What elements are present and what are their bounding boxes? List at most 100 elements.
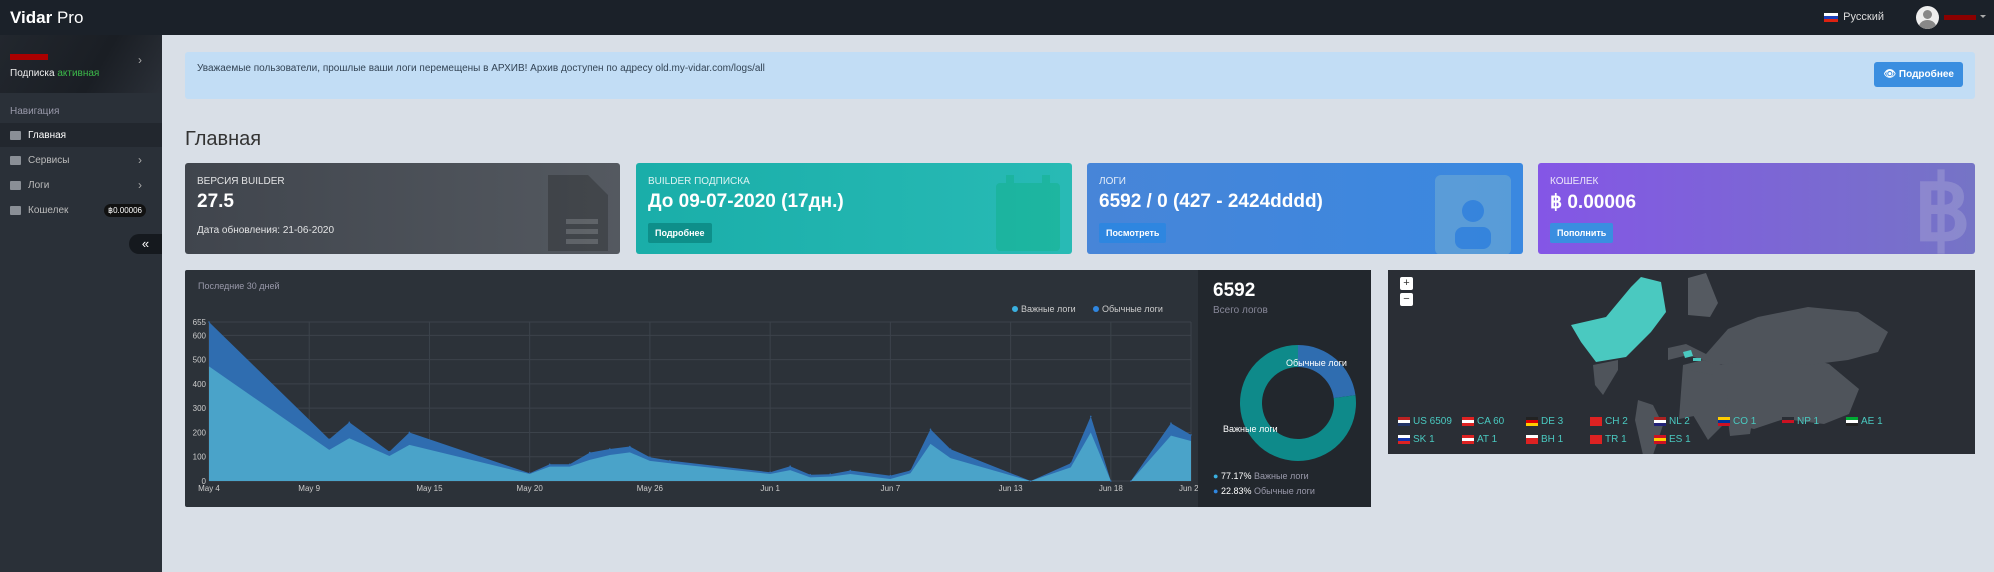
data-point bbox=[1110, 480, 1112, 482]
view-logs-button[interactable]: Посмотреть bbox=[1099, 223, 1167, 243]
data-point bbox=[829, 473, 832, 476]
flag-icon bbox=[1846, 417, 1858, 426]
country-bh[interactable]: BH 1 bbox=[1526, 434, 1563, 445]
country-tr[interactable]: TR 1 bbox=[1590, 434, 1627, 445]
sitemap-icon bbox=[10, 155, 21, 165]
chevron-right-icon: › bbox=[138, 178, 142, 192]
data-point bbox=[528, 472, 531, 475]
contact-icon bbox=[10, 180, 21, 190]
wallet-icon bbox=[10, 205, 21, 215]
data-point bbox=[769, 471, 771, 474]
country-de[interactable]: DE 3 bbox=[1526, 416, 1563, 427]
flag-icon bbox=[1398, 435, 1410, 444]
data-point bbox=[609, 448, 611, 450]
data-point bbox=[1029, 480, 1032, 482]
language-selector[interactable]: Русский bbox=[1824, 11, 1884, 23]
avatar[interactable] bbox=[1916, 6, 1939, 29]
data-point bbox=[388, 450, 391, 453]
data-point bbox=[909, 469, 912, 472]
summary-section: 6592 Всего логов Обычные логи Важные логи… bbox=[1198, 270, 1371, 507]
document-icon bbox=[548, 175, 608, 251]
x-tick-label: May 15 bbox=[416, 484, 443, 493]
data-point bbox=[348, 421, 351, 424]
x-tick-label: May 20 bbox=[517, 484, 544, 493]
logs-chart-panel: Последние 30 дней 0 100 200 300 400 500 600 655 M… bbox=[185, 270, 1371, 507]
wallet-card: КОШЕЛЕК ฿ 0.00006 Пополнить ฿ bbox=[1538, 163, 1975, 254]
country-at[interactable]: AT 1 bbox=[1462, 434, 1497, 445]
y-tick-label: 500 bbox=[193, 356, 207, 365]
notice-text: Уважаемые пользователи, прошлые ваши лог… bbox=[197, 63, 765, 74]
slice-label: Обычные логи bbox=[1286, 358, 1347, 368]
country-co[interactable]: CO 1 bbox=[1718, 416, 1756, 427]
sidebar-item-logs[interactable]: Логи › bbox=[0, 173, 162, 197]
profile-panel[interactable]: Подписка активная › bbox=[0, 35, 162, 93]
brand-logo[interactable]: Vidar Pro bbox=[10, 8, 83, 28]
chevron-right-icon[interactable]: › bbox=[138, 53, 142, 67]
data-point bbox=[1130, 480, 1132, 482]
chart-title: Последние 30 дней bbox=[198, 281, 280, 291]
donut-slice bbox=[1298, 345, 1356, 399]
sidebar: Подписка активная › Навигация Главная Се… bbox=[0, 35, 162, 572]
country-es[interactable]: ES 1 bbox=[1654, 434, 1691, 445]
sidebar-item-home[interactable]: Главная bbox=[0, 123, 162, 147]
x-tick-label: Jun 7 bbox=[881, 484, 901, 493]
country-ch[interactable]: CH 2 bbox=[1590, 416, 1628, 427]
legend-ordinary: ● 22.83% Обычные логи bbox=[1213, 486, 1315, 496]
logs-card: ЛОГИ 6592 / 0 (427 - 2424dddd) Посмотреть bbox=[1087, 163, 1523, 254]
country-us[interactable]: US 6509 bbox=[1398, 416, 1452, 427]
country-sk[interactable]: SK 1 bbox=[1398, 434, 1435, 445]
data-point bbox=[889, 474, 892, 477]
caret-down-icon[interactable] bbox=[1980, 15, 1986, 21]
legend-important: ● 77.17% Важные логи bbox=[1213, 471, 1309, 481]
data-point bbox=[649, 456, 651, 459]
data-point bbox=[1069, 462, 1072, 465]
country-ae[interactable]: AE 1 bbox=[1846, 416, 1883, 427]
collapse-sidebar-button[interactable]: « bbox=[129, 234, 162, 254]
username-redacted[interactable] bbox=[1944, 15, 1976, 20]
data-point bbox=[809, 473, 812, 476]
data-point bbox=[568, 463, 571, 466]
data-point bbox=[949, 448, 952, 450]
legend-item: Важные логи bbox=[1021, 304, 1076, 314]
flag-icon bbox=[1590, 417, 1602, 426]
logs-area-chart: Последние 30 дней0100200300400500600655M… bbox=[193, 281, 1198, 493]
username-redacted bbox=[10, 54, 48, 60]
data-point bbox=[588, 451, 591, 454]
flag-icon bbox=[1462, 417, 1474, 426]
flag-icon bbox=[1718, 417, 1730, 426]
y-tick-label: 600 bbox=[193, 331, 207, 340]
sidebar-item-wallet[interactable]: Кошелек ฿0.00006 bbox=[0, 198, 162, 222]
y-tick-label: 100 bbox=[193, 453, 207, 462]
contact-icon bbox=[1435, 175, 1511, 254]
nav-header: Навигация bbox=[10, 106, 60, 117]
subscription-status: Подписка активная bbox=[10, 68, 100, 79]
x-tick-label: Jun 18 bbox=[1099, 484, 1124, 493]
calendar-icon bbox=[996, 175, 1060, 251]
data-point bbox=[669, 459, 671, 462]
legend-marker bbox=[1093, 306, 1099, 312]
data-point bbox=[929, 428, 932, 431]
y-tick-label: 300 bbox=[193, 404, 207, 413]
grid-icon bbox=[10, 130, 21, 140]
y-tick-label: 400 bbox=[193, 380, 207, 389]
x-tick-label: May 4 bbox=[198, 484, 220, 493]
data-point bbox=[1089, 415, 1092, 418]
sidebar-item-services[interactable]: Сервисы › bbox=[0, 148, 162, 172]
subscription-details-button[interactable]: Подробнее bbox=[648, 223, 712, 243]
country-ca[interactable]: CA 60 bbox=[1462, 416, 1504, 427]
y-tick-label: 200 bbox=[193, 428, 207, 437]
topbar: Vidar Pro Русский bbox=[0, 0, 1994, 35]
legend-item: Обычные логи bbox=[1102, 304, 1163, 314]
flag-icon bbox=[1590, 435, 1602, 444]
x-tick-label: May 26 bbox=[637, 484, 664, 493]
top-up-button[interactable]: Пополнить bbox=[1550, 223, 1614, 243]
country-nl[interactable]: NL 2 bbox=[1654, 416, 1690, 427]
country-np[interactable]: NP 1 bbox=[1782, 416, 1819, 427]
details-button[interactable]: 👁 Подробнее bbox=[1874, 62, 1963, 87]
archive-notice: Уважаемые пользователи, прошлые ваши лог… bbox=[185, 52, 1975, 99]
flag-icon bbox=[1526, 435, 1538, 444]
flag-icon bbox=[1462, 435, 1474, 444]
x-tick-label: Jun 13 bbox=[999, 484, 1024, 493]
bitcoin-icon: ฿ bbox=[1913, 163, 1971, 254]
x-tick-label: Jun 22 bbox=[1179, 484, 1198, 493]
